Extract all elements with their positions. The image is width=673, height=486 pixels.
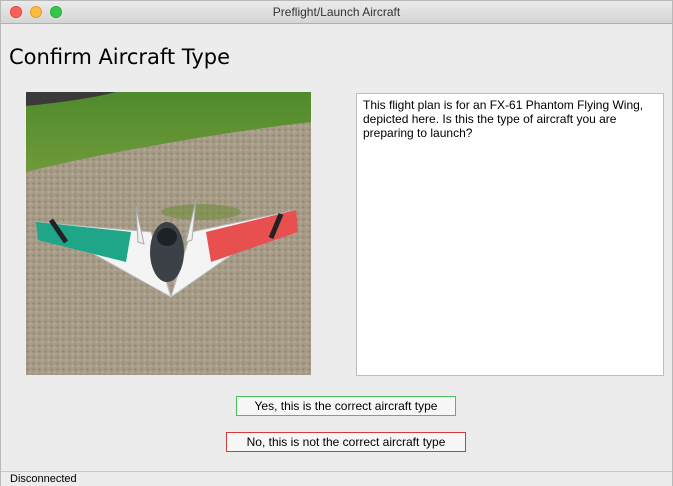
- connection-status: Disconnected: [10, 473, 77, 485]
- window-title: Preflight/Launch Aircraft: [272, 5, 401, 19]
- status-bar: Disconnected: [1, 471, 672, 486]
- app-window: Preflight/Launch Aircraft Confirm Aircra…: [0, 0, 673, 486]
- page-title: Confirm Aircraft Type: [9, 45, 231, 69]
- aircraft-photo: [26, 92, 311, 375]
- aircraft-description: This flight plan is for an FX-61 Phantom…: [356, 93, 664, 376]
- title-bar[interactable]: Preflight/Launch Aircraft: [1, 1, 672, 24]
- confirm-aircraft-button[interactable]: Yes, this is the correct aircraft type: [236, 396, 456, 416]
- reject-aircraft-button[interactable]: No, this is not the correct aircraft typ…: [226, 432, 466, 452]
